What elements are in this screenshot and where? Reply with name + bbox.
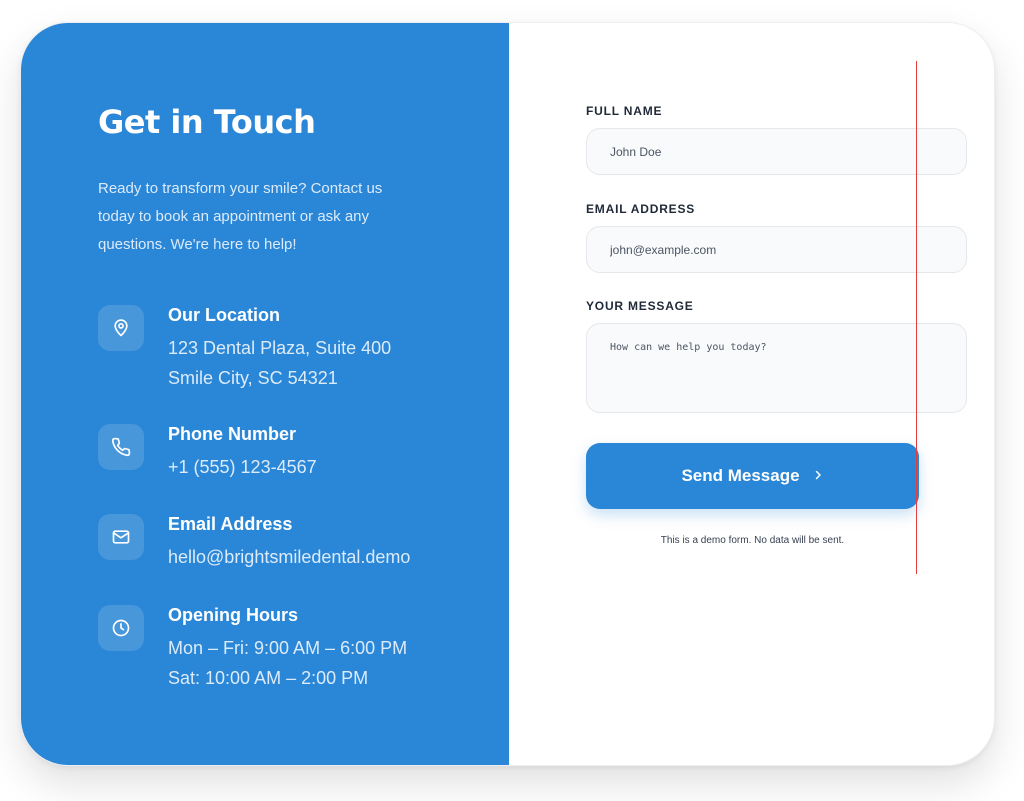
location-value: 123 Dental Plaza, Suite 400 Smile City, … (168, 333, 391, 393)
chevron-right-icon (812, 466, 824, 486)
phone-value[interactable]: +1 (555) 123-4567 (168, 452, 317, 482)
email-label: Email Address (168, 514, 293, 534)
contact-form: FULL NAME EMAIL ADDRESS YOUR MESSAGE Sen… (509, 23, 994, 765)
full-name-input[interactable] (586, 128, 967, 175)
contact-info-panel: Get in Touch Ready to transform your smi… (21, 23, 509, 765)
contact-card: Get in Touch Ready to transform your smi… (20, 22, 995, 766)
email-address-label: EMAIL ADDRESS (586, 202, 696, 216)
intro-text: Ready to transform your smile? Contact u… (98, 180, 383, 253)
email-value[interactable]: hello@brightsmiledental.demo (168, 542, 410, 572)
clock-icon (98, 605, 144, 651)
location-line-1: 123 Dental Plaza, Suite 400 (168, 338, 392, 358)
full-name-label: FULL NAME (586, 104, 663, 118)
hours-line-1: Mon – Fri: 9:00 AM – 6:00 PM (168, 638, 408, 658)
message-textarea[interactable] (586, 323, 967, 413)
hours-value: Mon – Fri: 9:00 AM – 6:00 PM Sat: 10:00 … (168, 633, 407, 693)
guide-line (916, 61, 917, 574)
message-label: YOUR MESSAGE (586, 299, 694, 313)
location-line-2: Smile City, SC 54321 (168, 368, 338, 388)
email-address-input[interactable] (586, 226, 967, 273)
page-title: Get in Touch (98, 103, 316, 141)
location-label: Our Location (168, 305, 280, 325)
map-pin-icon (98, 305, 144, 351)
hours-label: Opening Hours (168, 605, 298, 625)
demo-note: This is a demo form. No data will be sen… (660, 535, 845, 546)
send-message-button[interactable]: Send Message (586, 443, 919, 509)
phone-line-1: +1 (555) 123-4567 (168, 457, 317, 477)
email-line-1: hello@brightsmiledental.demo (168, 547, 411, 567)
hours-line-2: Sat: 10:00 AM – 2:00 PM (168, 668, 369, 688)
send-message-label: Send Message (681, 466, 800, 485)
phone-icon (98, 424, 144, 470)
phone-label: Phone Number (168, 424, 297, 444)
mail-icon (98, 514, 144, 560)
